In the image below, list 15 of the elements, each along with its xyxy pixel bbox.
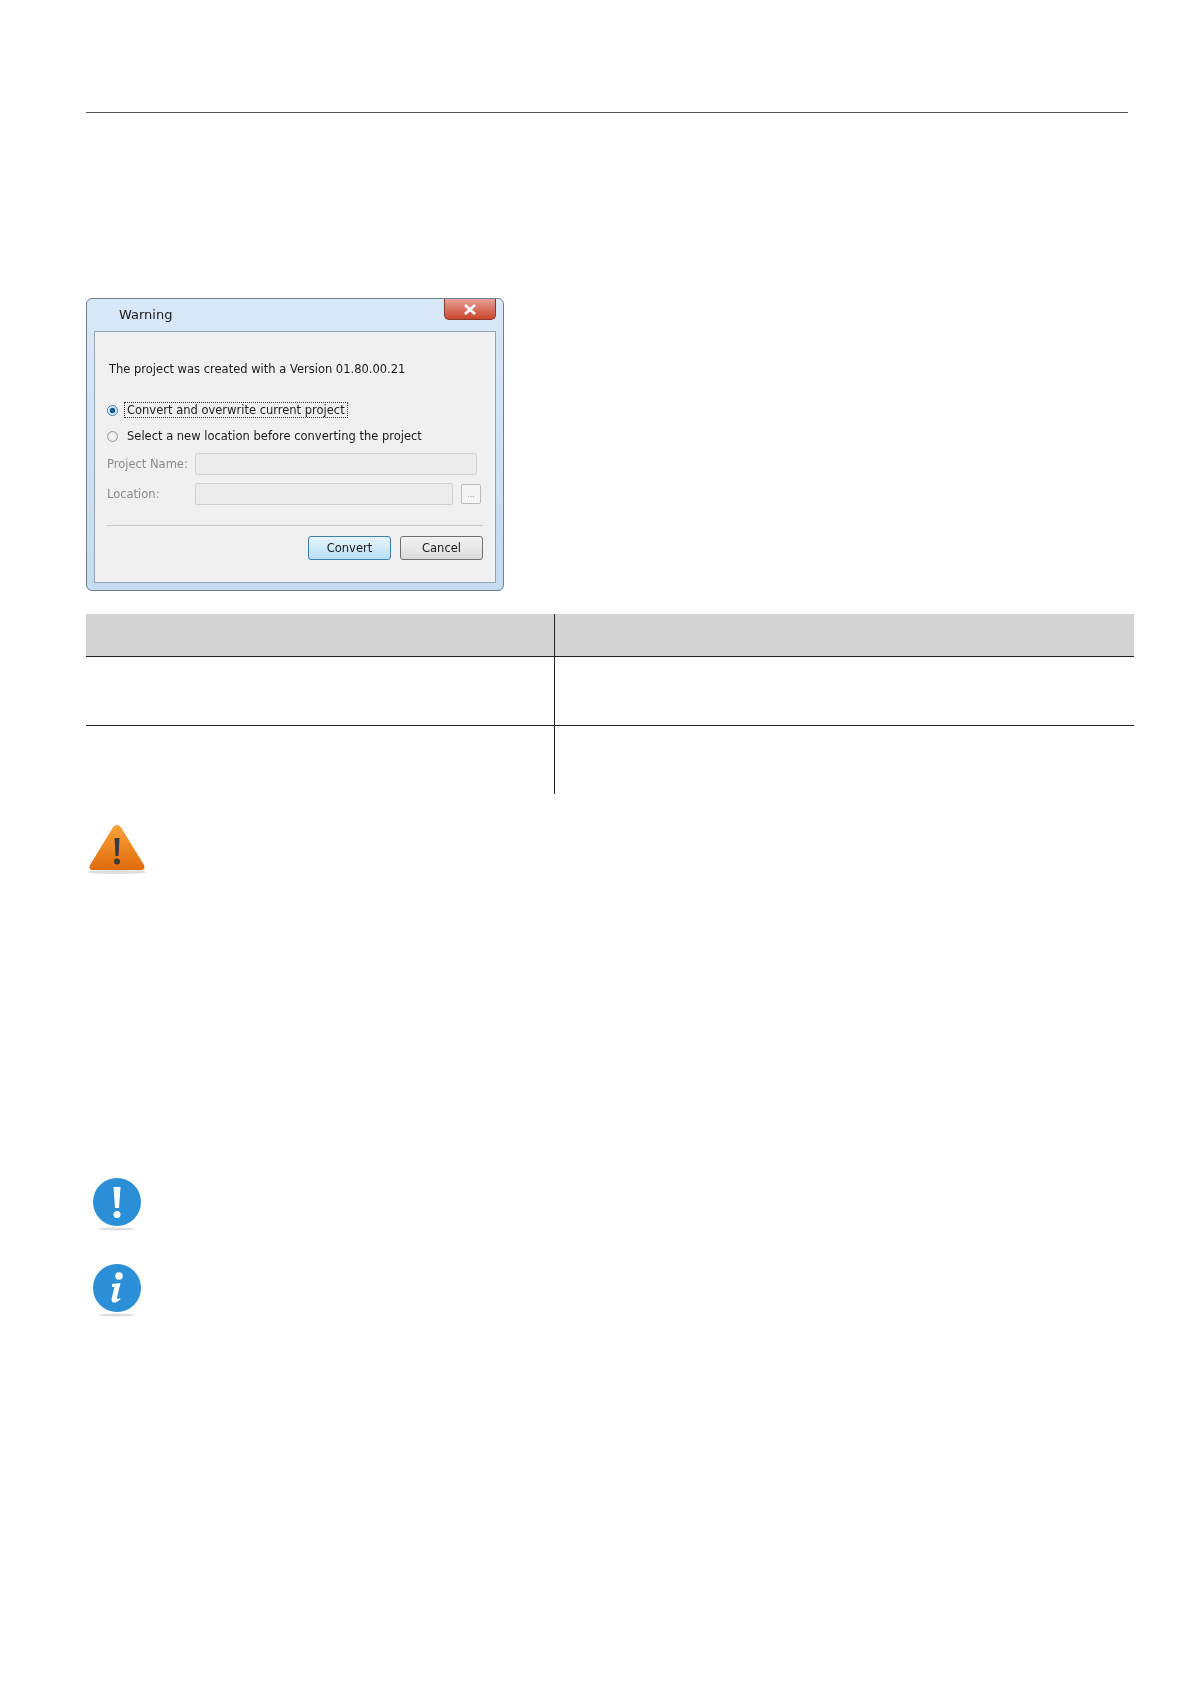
option-label: Convert and overwrite current project (124, 402, 348, 418)
radio-button[interactable] (107, 430, 118, 442)
dialog-button[interactable]: Cancel (400, 536, 483, 560)
field-label: Location: (107, 487, 161, 501)
info-icon (91, 1263, 143, 1317)
exclamation-icon (91, 1177, 143, 1231)
option-label: Select a new location before converting the project (126, 428, 423, 444)
close-button[interactable] (444, 299, 496, 320)
field-label: Project Name: (107, 457, 189, 471)
close-icon (463, 303, 477, 315)
window-title: Warning (119, 307, 173, 322)
message-text: The project was created with a Version 01.80.00.21 (109, 362, 407, 376)
warning-icon (86, 823, 148, 875)
dialog-button[interactable]: Convert (308, 536, 391, 560)
radio-button[interactable] (107, 404, 118, 416)
